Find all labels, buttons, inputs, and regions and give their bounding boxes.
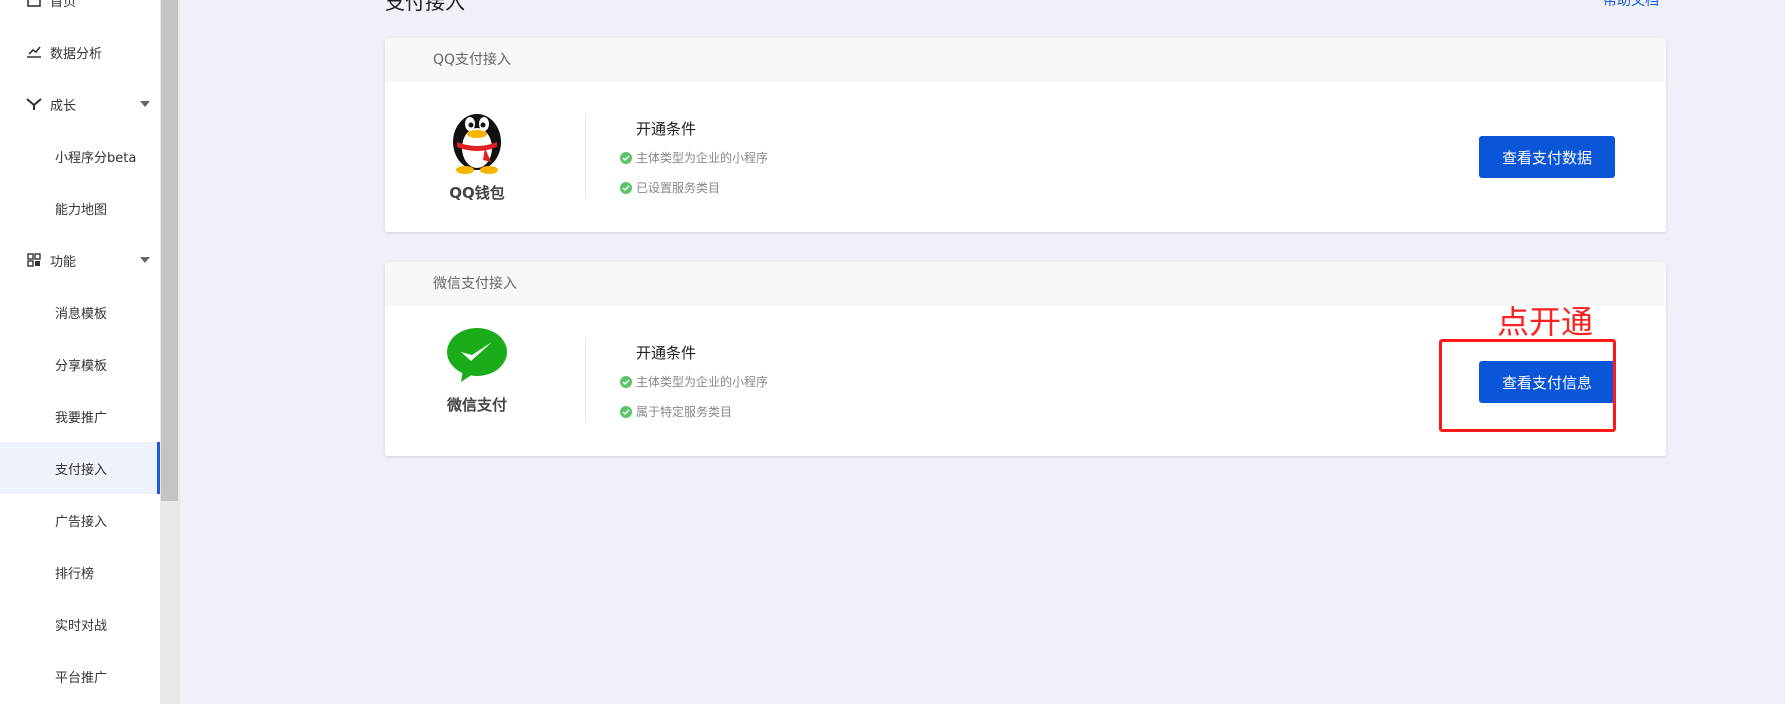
sidebar-item-growth[interactable]: 成长 <box>0 78 160 130</box>
sidebar-item-message-template[interactable]: 消息模板 <box>0 286 160 338</box>
check-icon <box>620 375 632 388</box>
sidebar-item-label: 功能 <box>50 254 77 270</box>
sidebar-item-ads[interactable]: 广告接入 <box>0 494 160 546</box>
sidebar-item-label: 支付接入 <box>55 462 108 478</box>
sidebar-item-label: 分享模板 <box>55 358 108 374</box>
sidebar-item-share-template[interactable]: 分享模板 <box>0 338 160 390</box>
card-body: QQ钱包 开通条件 主体类型为企业的小程序 已设置服务类目 查看支付数据 <box>385 82 1666 232</box>
sidebar-item-label: 能力地图 <box>55 202 108 218</box>
sidebar-item-label: 排行榜 <box>55 566 95 582</box>
sidebar-item-label: 数据分析 <box>50 46 103 62</box>
card-header: 微信支付接入 <box>385 262 1666 306</box>
sidebar-item-label: 实时对战 <box>55 618 108 634</box>
sidebar-item-features[interactable]: 功能 <box>0 234 160 286</box>
logo-label: QQ钱包 <box>449 184 505 202</box>
sidebar-item-label: 消息模板 <box>55 306 108 322</box>
check-icon <box>620 151 632 164</box>
sidebar-item-home[interactable]: 首页 <box>0 0 160 26</box>
condition-item: 主体类型为企业的小程序 <box>620 149 768 166</box>
conditions-title: 开通条件 <box>636 120 697 138</box>
sidebar-item-label: 小程序分beta <box>55 150 137 166</box>
check-icon <box>620 181 632 194</box>
sidebar-item-label: 广告接入 <box>55 514 108 530</box>
condition-item: 属于特定服务类目 <box>620 403 732 420</box>
condition-item: 主体类型为企业的小程序 <box>620 373 768 390</box>
qq-pay-card: QQ支付接入 QQ钱包 开通条件 主体类型为企业的小程序 已设置服务类目 查看支… <box>385 38 1666 232</box>
annotation-highlight-box <box>1439 339 1616 432</box>
divider <box>585 114 586 198</box>
sidebar-item-capability-map[interactable]: 能力地图 <box>0 182 160 234</box>
view-payment-data-button[interactable]: 查看支付数据 <box>1479 136 1615 178</box>
sidebar-item-platform-promotion[interactable]: 平台推广 <box>0 650 160 702</box>
sidebar-item-label: 首页 <box>50 0 77 10</box>
sidebar-item-promotion[interactable]: 我要推广 <box>0 390 160 442</box>
chart-icon <box>26 44 42 60</box>
sidebar-item-label: 平台推广 <box>55 670 108 686</box>
sidebar-item-leaderboard[interactable]: 排行榜 <box>0 546 160 598</box>
logo-label: 微信支付 <box>446 396 507 414</box>
divider <box>585 338 586 422</box>
wechat-pay-icon <box>447 328 507 382</box>
sidebar-item-data-analysis[interactable]: 数据分析 <box>0 26 160 78</box>
chevron-down-icon <box>140 257 150 263</box>
sidebar-scrollbar-thumb[interactable] <box>161 0 178 501</box>
qq-penguin-icon <box>453 114 501 174</box>
annotation-text: 点开通 <box>1497 303 1594 341</box>
page-title: 支付接入 <box>385 0 465 14</box>
condition-item: 已设置服务类目 <box>620 179 720 196</box>
wechat-pay-logo: 微信支付 <box>437 326 517 415</box>
chevron-down-icon <box>140 101 150 107</box>
conditions-title: 开通条件 <box>636 344 697 362</box>
grid-icon <box>26 252 42 268</box>
card-header: QQ支付接入 <box>385 38 1666 82</box>
sidebar-item-payment[interactable]: 支付接入 <box>0 442 160 494</box>
sidebar: 首页 数据分析 成长 小程序分beta 能力地图 功能 消息模板 分享模板 我要… <box>0 0 160 704</box>
check-icon <box>620 405 632 418</box>
sidebar-item-score[interactable]: 小程序分beta <box>0 130 160 182</box>
help-link[interactable]: 帮助文档 <box>1603 0 1659 10</box>
qq-logo: QQ钱包 <box>437 102 517 203</box>
sidebar-item-realtime-battle[interactable]: 实时对战 <box>0 598 160 650</box>
sidebar-item-label: 我要推广 <box>55 410 108 426</box>
home-icon <box>26 0 42 8</box>
sidebar-item-label: 成长 <box>50 98 77 114</box>
growth-icon <box>26 96 42 112</box>
